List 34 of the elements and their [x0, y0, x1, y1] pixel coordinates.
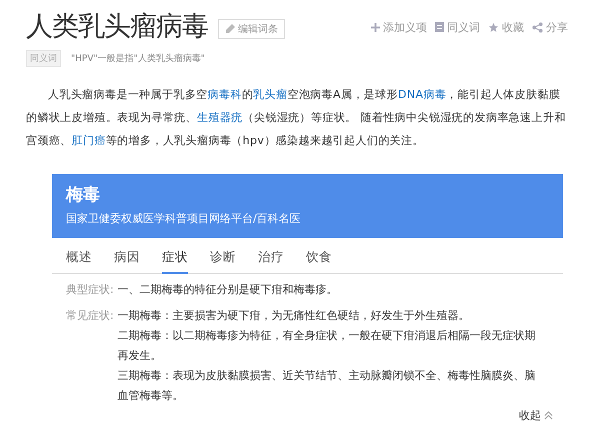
action-link[interactable]: 收藏 — [488, 20, 524, 34]
page-title: 人类乳头瘤病毒 — [26, 10, 208, 44]
chevron-up-icon — [544, 411, 553, 420]
tab[interactable]: 概述 — [66, 246, 92, 274]
term-link[interactable]: 生殖器疣 — [197, 111, 243, 124]
symptom-label: 典型症状: — [66, 282, 114, 298]
term-link[interactable]: 病毒科 — [208, 88, 242, 101]
tab[interactable]: 治疗 — [258, 246, 284, 274]
collapse-button[interactable]: 收起 — [519, 408, 563, 423]
share-icon — [532, 22, 543, 32]
synonym-text: "HPV"一般是指"人类乳头瘤病毒" — [71, 52, 205, 65]
tab[interactable]: 饮食 — [306, 246, 332, 274]
tab[interactable]: 病因 — [114, 246, 140, 274]
card-title: 梅毒 — [66, 184, 101, 206]
action-link[interactable]: 同义词 — [435, 20, 480, 34]
symptom-text: 三期梅毒：表现为皮肤黏膜损害、近关节结节、主动脉瓣闭锁不全、梅毒性脑膜炎、脑血管梅毒等。 — [118, 368, 536, 404]
symptom-text: 一期梅毒：主要损害为硬下疳，为无痛性红色硬结，好发生于外生殖器。 — [118, 308, 471, 324]
card-subtitle: 国家卫健委权威医学科普项目网络平台/百科名医 — [66, 211, 302, 226]
tab[interactable]: 症状 — [162, 246, 188, 274]
term-link[interactable]: DNA病毒 — [398, 88, 446, 101]
term-link[interactable]: 乳头瘤 — [253, 88, 288, 101]
tab[interactable]: 诊断 — [210, 246, 236, 274]
term-link[interactable]: 肛门癌 — [72, 134, 106, 147]
synonym-tag: 同义词 — [26, 50, 61, 67]
action-link[interactable]: 添加义项 — [371, 20, 427, 34]
summary-paragraph: 人乳头瘤病毒是一种属于乳多空病毒科的乳头瘤空泡病毒A属，是球形DNA病毒，能引起人体皮肤黏膜的鳞状上皮增殖。表现为寻常疣、生殖器疣（尖锐湿疣）等症状。 随着性病中尖锐湿疣的发病率急速上升和宫颈癌、肛门癌等的增多，人乳头瘤病毒（hpv）感染越来越引起人们的关注。 — [26, 87, 567, 149]
star-icon — [488, 22, 499, 32]
symptom-text: 一、二期梅毒的特征分别是硬下疳和梅毒疹。 — [118, 282, 339, 298]
action-link[interactable]: 分享 — [532, 20, 568, 34]
edit-entry-button[interactable]: 编辑词条 — [218, 19, 285, 39]
symptom-label: 常见症状: — [66, 308, 114, 324]
pencil-icon — [225, 24, 235, 34]
symptom-text: 二期梅毒：以二期梅毒疹为特征，有全身症状，一般在硬下疳消退后相隔一段无症状期再发生。 — [118, 328, 536, 364]
plus-icon — [371, 22, 380, 32]
